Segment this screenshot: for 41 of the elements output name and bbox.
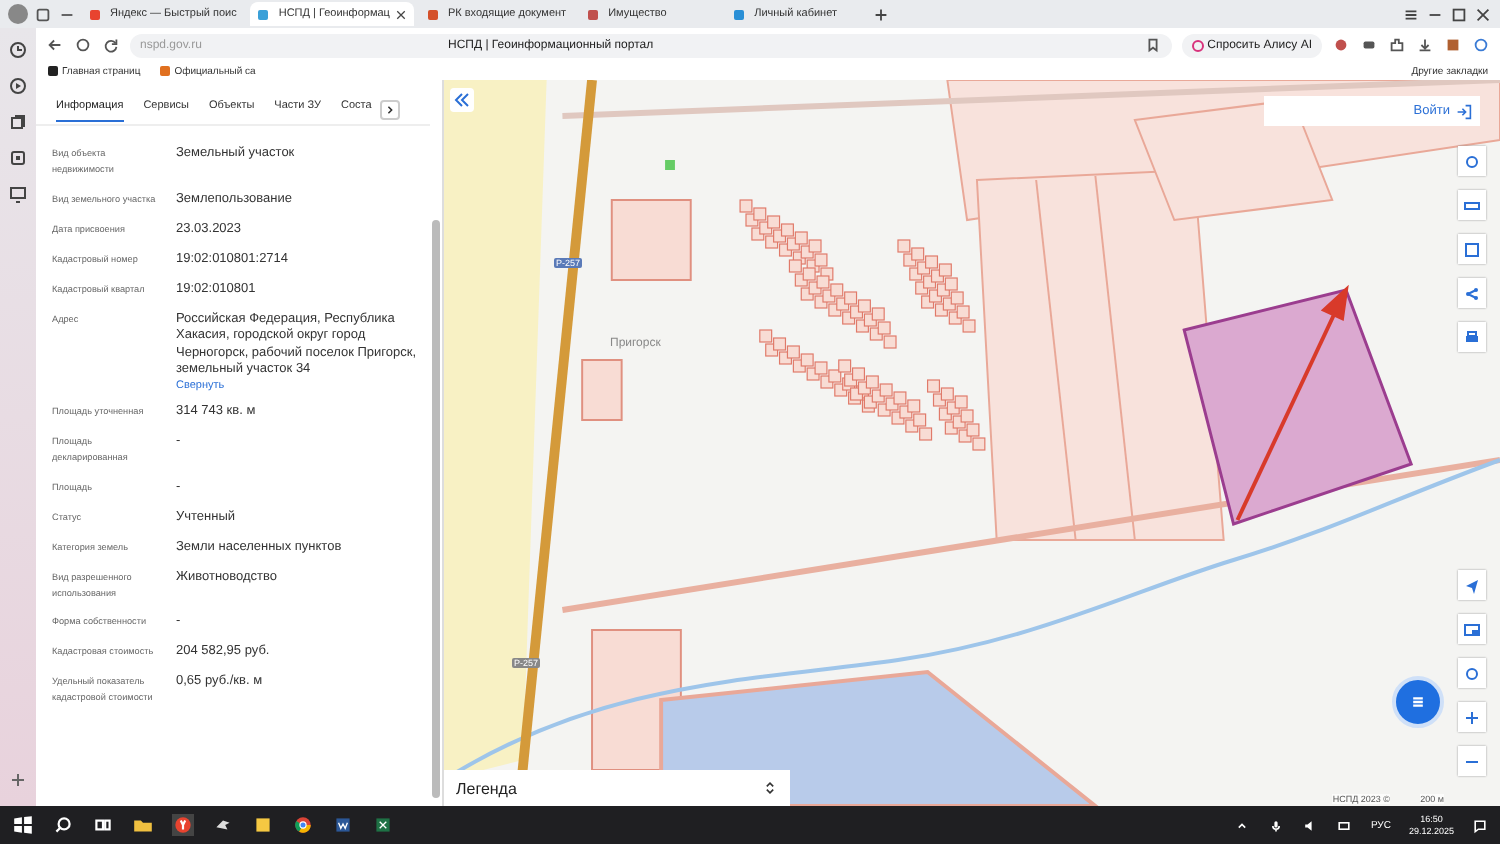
zoom-in-icon[interactable]	[1458, 702, 1486, 732]
tab-actions-icon[interactable]	[34, 5, 52, 23]
browser-icon[interactable]	[172, 814, 194, 836]
chrome-icon[interactable]	[292, 814, 314, 836]
notifications-icon[interactable]	[1472, 817, 1488, 833]
task-view-icon[interactable]	[92, 814, 114, 836]
minimap-icon[interactable]	[1458, 614, 1486, 644]
network-icon[interactable]	[1336, 817, 1353, 833]
new-tab-icon[interactable]	[872, 5, 891, 23]
close-icon[interactable]	[1474, 5, 1492, 23]
chevron-right-icon[interactable]	[379, 100, 400, 120]
copy-icon[interactable]	[8, 112, 28, 132]
close-icon[interactable]	[395, 9, 406, 19]
bookmark-icon[interactable]	[1143, 36, 1162, 54]
share-icon[interactable]	[1458, 278, 1486, 308]
card-icon[interactable]	[8, 148, 28, 168]
login-icon	[1456, 103, 1472, 119]
zoom-out-icon[interactable]	[1458, 746, 1486, 776]
search-icon[interactable]	[52, 814, 74, 836]
ruler-icon[interactable]	[1458, 190, 1486, 220]
sticky-notes-icon[interactable]	[252, 814, 274, 836]
frame-icon[interactable]	[1458, 234, 1486, 264]
screen-icon[interactable]	[8, 184, 28, 204]
play-icon[interactable]	[8, 76, 28, 96]
windows-start-icon[interactable]	[12, 814, 34, 836]
back-icon[interactable]	[46, 36, 64, 54]
collapse-panel-icon[interactable]	[450, 88, 474, 112]
spreadsheet-icon[interactable]	[372, 814, 394, 836]
menu-icon[interactable]	[1402, 5, 1420, 23]
profile-avatar-icon[interactable]	[8, 4, 28, 24]
microphone-icon[interactable]	[1268, 817, 1285, 833]
scrollbar[interactable]	[432, 220, 440, 798]
chevron-updown-icon	[762, 780, 778, 796]
legend-dropdown[interactable]: Легенда	[444, 770, 790, 806]
history-icon[interactable]	[8, 40, 28, 60]
word-icon[interactable]	[332, 814, 354, 836]
restore-icon[interactable]	[1450, 5, 1468, 23]
print-icon[interactable]	[1458, 322, 1486, 352]
reload-icon[interactable]	[102, 36, 120, 54]
plus-icon[interactable]	[8, 770, 28, 790]
download-icon[interactable]	[1416, 36, 1434, 54]
